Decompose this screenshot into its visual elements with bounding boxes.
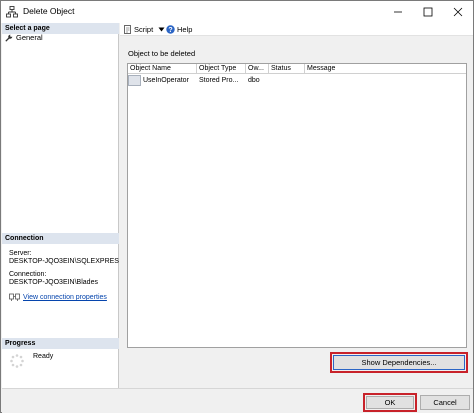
ok-button-highlight: OK (363, 393, 417, 412)
main-pane: Object to be deleted Object Name Object … (120, 37, 473, 388)
column-header-object-type[interactable]: Object Type (197, 64, 246, 74)
maximize-button[interactable] (413, 1, 443, 23)
svg-text:?: ? (168, 27, 172, 34)
help-button[interactable]: ? Help (166, 24, 192, 35)
cancel-label: Cancel (433, 398, 457, 407)
grid-header: Object Name Object Type Ow... Status Mes… (128, 64, 466, 74)
script-label: Script (134, 25, 154, 34)
column-header-status[interactable]: Status (269, 64, 305, 74)
page-item-label: General (16, 33, 43, 42)
view-connection-properties-label: View connection properties (23, 294, 107, 301)
left-pane: Select a page General Connection Server:… (2, 23, 119, 388)
progress-header: Progress (2, 338, 119, 349)
cell-owner: dbo (248, 77, 260, 84)
cell-object-type: Stored Pro... (199, 77, 239, 84)
minimize-button[interactable] (383, 1, 413, 23)
ok-label: OK (384, 398, 396, 407)
connection-label: Connection: (9, 271, 47, 278)
column-header-owner[interactable]: Ow... (246, 64, 269, 74)
script-button[interactable]: Script (124, 24, 165, 35)
row-selector[interactable] (128, 75, 141, 86)
show-dependencies-label: Show Dependencies... (361, 358, 437, 367)
cell-object-name: UseInOperator (143, 77, 189, 84)
column-header-message[interactable]: Message (305, 64, 466, 74)
server-value: DESKTOP-JQO3EIN\SQLEXPRES (9, 258, 119, 265)
objects-grid[interactable]: Object Name Object Type Ow... Status Mes… (127, 63, 467, 348)
table-row[interactable]: UseInOperator Stored Pro... dbo (128, 75, 466, 86)
ok-button[interactable]: OK (366, 396, 414, 409)
page-item-general[interactable]: General (5, 33, 43, 42)
progress-status: Ready (33, 353, 54, 360)
spinner-icon (10, 354, 24, 368)
progress-indicator: Ready (9, 353, 53, 369)
delete-object-dialog: Delete Object Select a page General Conn… (0, 0, 474, 413)
database-tree-icon (6, 6, 18, 18)
show-dependencies-highlight: Show Dependencies... (330, 352, 468, 373)
view-connection-properties-link[interactable]: View connection properties (9, 293, 107, 302)
cell-message (305, 75, 466, 86)
connection-value: DESKTOP-JQO3EIN\Blades (9, 279, 98, 286)
wrench-icon (5, 34, 13, 42)
toolbar: Script ? Help (120, 23, 473, 36)
objects-to-delete-label: Object to be deleted (128, 49, 196, 58)
server-label: Server: (9, 250, 32, 257)
window-title: Delete Object (23, 6, 75, 16)
close-icon (453, 7, 463, 17)
help-label: Help (177, 25, 193, 34)
minimize-icon (394, 11, 402, 13)
show-dependencies-button[interactable]: Show Dependencies... (333, 355, 465, 370)
maximize-icon (423, 7, 433, 17)
help-icon: ? (166, 25, 175, 34)
title-bar: Delete Object (1, 1, 473, 23)
close-button[interactable] (443, 1, 473, 23)
connection-properties-icon (9, 293, 20, 301)
cancel-button[interactable]: Cancel (420, 395, 470, 410)
column-header-object-name[interactable]: Object Name (128, 64, 197, 74)
script-icon (124, 25, 131, 34)
connection-header: Connection (2, 233, 119, 244)
cell-status (269, 75, 305, 86)
dropdown-arrow-icon[interactable] (158, 27, 165, 32)
dialog-footer: OK Cancel (2, 388, 473, 413)
